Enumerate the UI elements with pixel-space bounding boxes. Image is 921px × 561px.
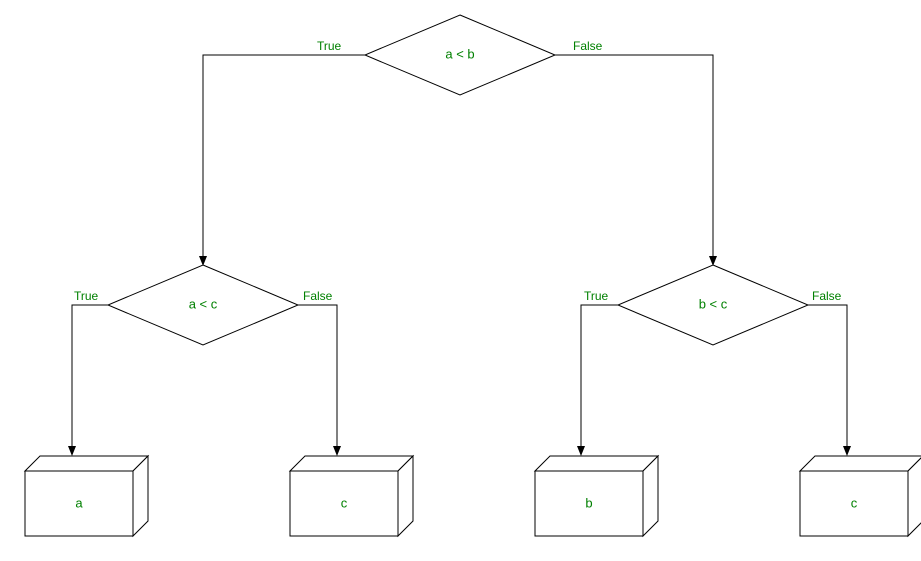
edge-left-false: [298, 305, 337, 455]
edge-right-true: [581, 305, 618, 455]
output-box-a: a: [25, 456, 148, 536]
edge-right-false: [808, 305, 847, 455]
flowchart-diagram: a < b True False a < c b < c True False …: [0, 0, 921, 561]
edge-top-true-label: True: [317, 39, 342, 53]
edge-left-false-label: False: [303, 289, 333, 303]
output-a-label: a: [75, 495, 83, 510]
decision-a-lt-c: a < c: [108, 265, 298, 345]
edge-top-false: [555, 55, 713, 265]
output-box-c-right: c: [800, 456, 921, 536]
edge-left-true-label: True: [74, 289, 99, 303]
output-c-right-label: c: [851, 495, 858, 510]
output-box-b: b: [535, 456, 658, 536]
edge-right-false-label: False: [812, 289, 842, 303]
edge-left-true: [72, 305, 108, 455]
edge-right-true-label: True: [584, 289, 609, 303]
decision-b-lt-c-label: b < c: [699, 296, 728, 311]
decision-b-lt-c: b < c: [618, 265, 808, 345]
decision-a-lt-b-label: a < b: [445, 46, 474, 61]
output-b-label: b: [585, 495, 592, 510]
edge-top-false-label: False: [573, 39, 603, 53]
edge-top-true: [203, 55, 365, 265]
decision-a-lt-b: a < b: [365, 15, 555, 95]
decision-a-lt-c-label: a < c: [189, 296, 218, 311]
output-c-left-label: c: [341, 495, 348, 510]
output-box-c-left: c: [290, 456, 413, 536]
